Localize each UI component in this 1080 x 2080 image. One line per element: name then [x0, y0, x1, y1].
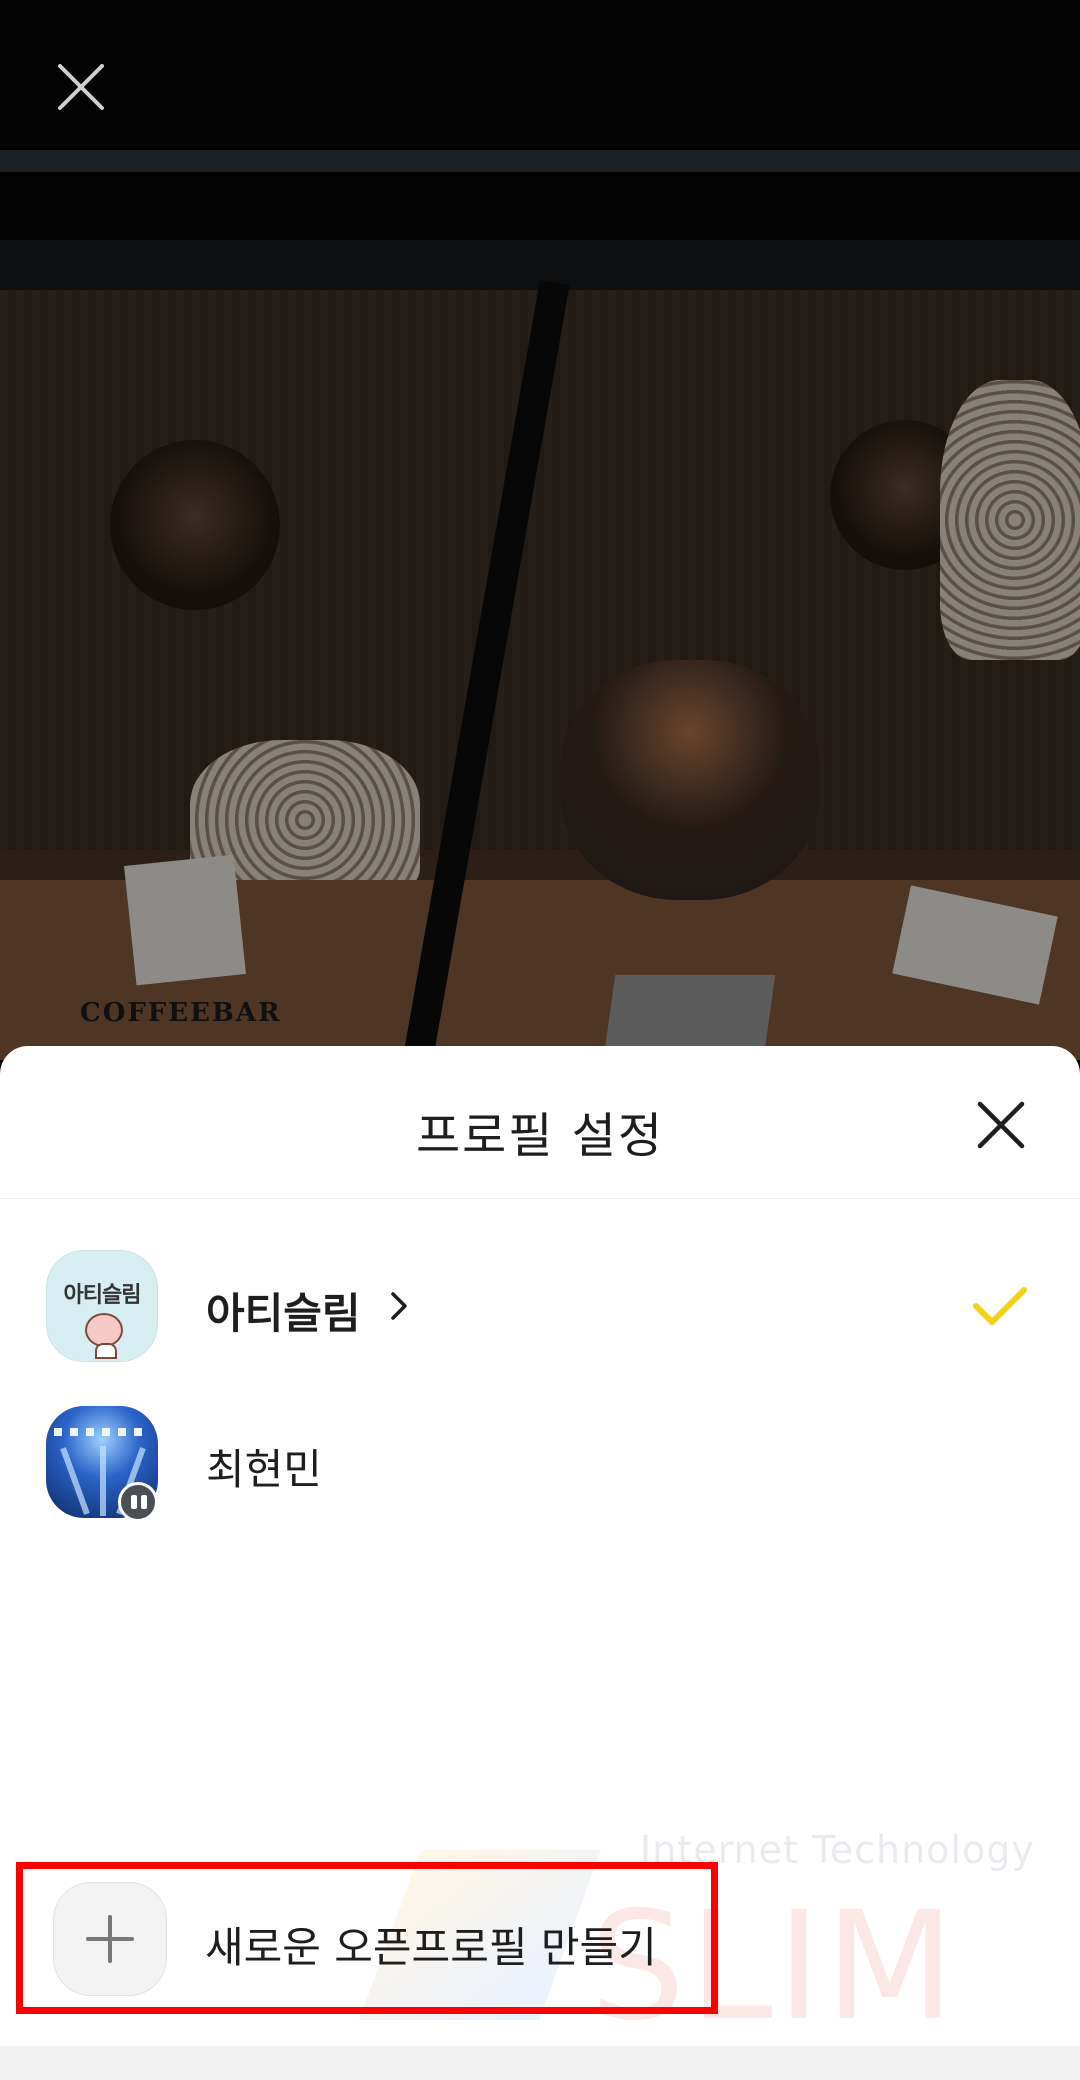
bottom-bar [0, 2046, 1080, 2080]
character-body-icon [95, 1343, 117, 1359]
add-icon [53, 1882, 167, 1996]
avatar-text: 아티슬림 [63, 1283, 142, 1308]
sheet-close-button[interactable] [974, 1098, 1028, 1152]
avatar: 아티슬림 [46, 1250, 158, 1362]
character-face-icon [85, 1313, 123, 1347]
close-icon[interactable] [52, 58, 112, 118]
create-open-profile-button[interactable]: 새로운 오픈프로필 만들기 [16, 1862, 718, 2014]
photo-dim-overlay [0, 0, 1080, 1060]
sheet-header: 프로필 설정 [0, 1046, 1080, 1199]
close-icon [977, 1101, 1025, 1149]
profile-name: 아티슬림 [206, 1289, 361, 1338]
open-profile-badge-icon [118, 1482, 158, 1522]
check-icon [970, 1282, 1030, 1332]
sheet-title: 프로필 설정 [415, 1108, 665, 1164]
background-photo: COFFEEBAR [0, 0, 1080, 1060]
chevron-right-icon [385, 1280, 415, 1330]
profile-item-atislim[interactable]: 아티슬림 아티슬림 [0, 1250, 1080, 1390]
profile-name: 최현민 [206, 1445, 322, 1494]
profile-item-choihyunmin[interactable]: 최현민 [0, 1406, 1080, 1546]
create-open-profile-label: 새로운 오픈프로필 만들기 [205, 1923, 657, 1972]
